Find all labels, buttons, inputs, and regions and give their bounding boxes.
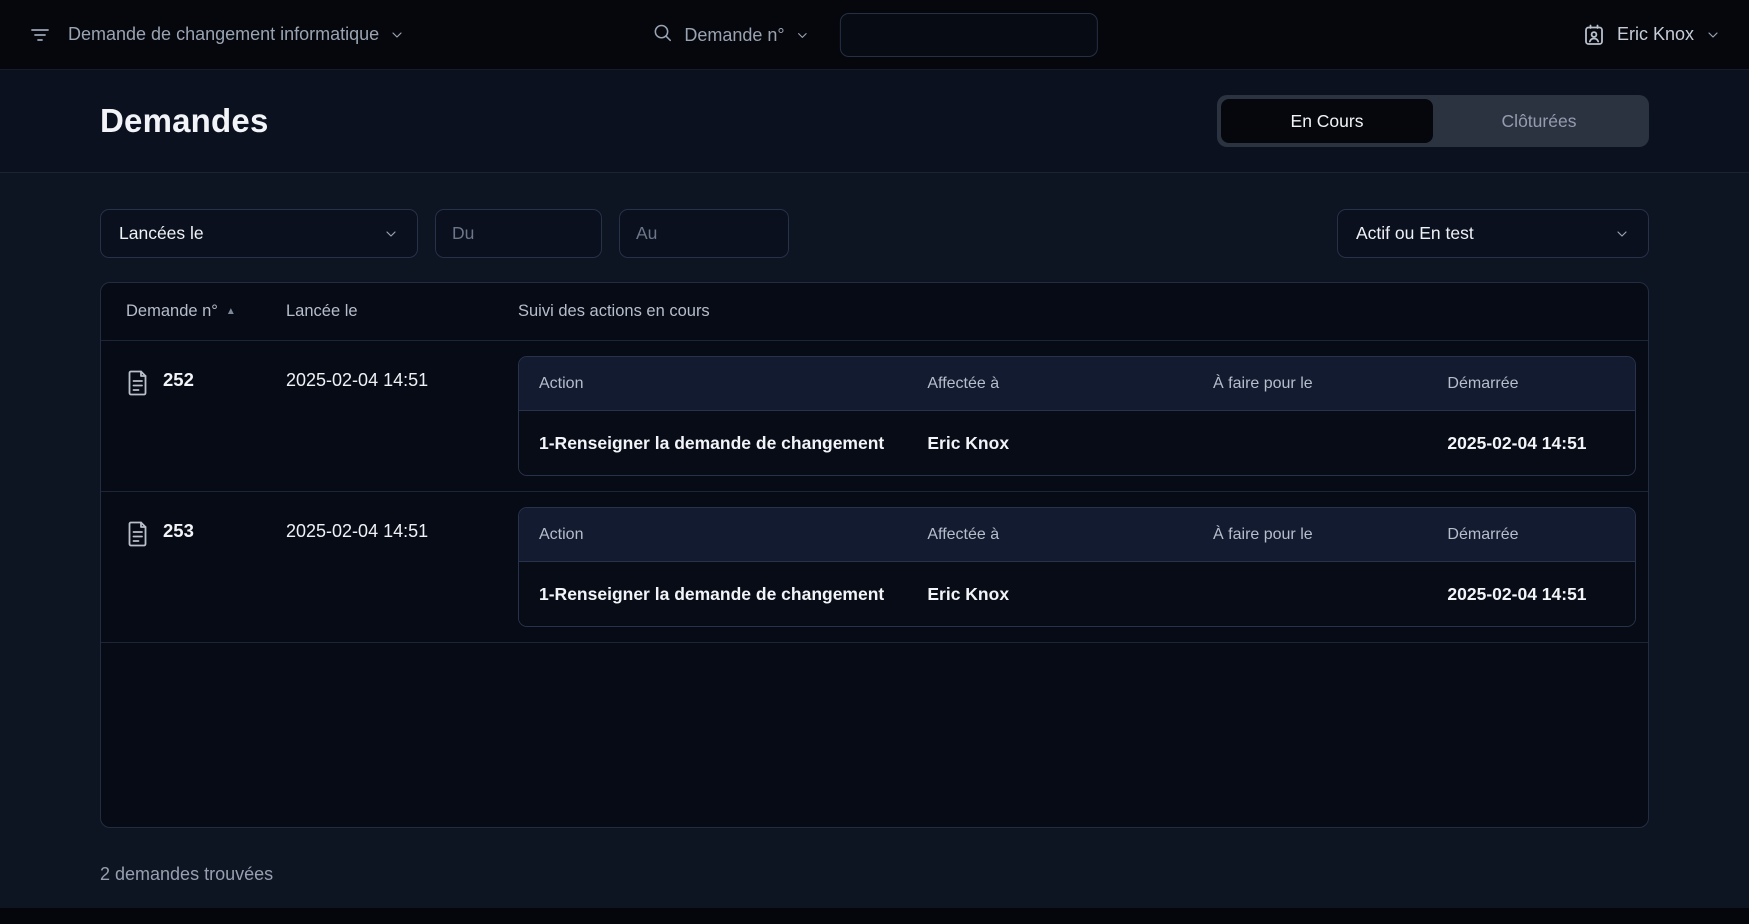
assignee-col-header: Affectée à (927, 525, 1000, 543)
date-field-select[interactable]: Lancées le (100, 209, 418, 258)
actions-subtable: Action Affectée à À faire pour le Démarr… (518, 507, 1636, 627)
date-to-input[interactable] (619, 209, 789, 258)
bottom-strip (0, 908, 1749, 924)
document-icon[interactable] (126, 369, 150, 401)
contact-card-icon (1585, 24, 1603, 45)
action-start-date: 2025-02-04 14:51 (1447, 583, 1587, 604)
request-launch-date: 2025-02-04 14:51 (286, 521, 429, 541)
actions-header-row: Action Affectée à À faire pour le Démarr… (519, 357, 1635, 411)
action-name: 1-Renseigner la demande de changement (539, 432, 885, 453)
actions-subtable: Action Affectée à À faire pour le Démarr… (518, 356, 1636, 476)
started-col-header: Démarrée (1447, 374, 1519, 392)
filter-bar: Lancées le Actif ou En test (0, 209, 1749, 258)
column-header-lancee: Lancée le (286, 302, 358, 320)
status-filter-select[interactable]: Actif ou En test (1337, 209, 1649, 258)
app-window: Demande de changement informatique Deman… (0, 0, 1749, 924)
page-title: Demandes (100, 102, 269, 139)
date-from-input[interactable] (435, 209, 602, 258)
tab-cloturees[interactable]: Clôturées (1433, 99, 1645, 143)
page-header: Demandes En Cours Clôturées (0, 70, 1749, 173)
table-header-row: Demande n° ▲ Lancée le Suivi des actions… (101, 283, 1648, 341)
action-row[interactable]: 1-Renseigner la demande de changement Er… (519, 411, 1635, 475)
date-field-select-value: Lancées le (119, 223, 204, 243)
action-assignee: Eric Knox (927, 432, 1010, 453)
column-header-suivi: Suivi des actions en cours (518, 302, 710, 320)
topbar: Demande de changement informatique Deman… (0, 0, 1749, 70)
action-col-header: Action (539, 374, 584, 392)
process-selector-label: Demande de changement informatique (68, 24, 380, 44)
search-input[interactable] (839, 13, 1098, 57)
search-field-selector[interactable]: Demande n° (684, 25, 809, 46)
requests-table: Demande n° ▲ Lancée le Suivi des actions… (100, 282, 1649, 828)
request-number: 252 (163, 369, 194, 390)
action-col-header: Action (539, 525, 584, 543)
action-name: 1-Renseigner la demande de changement (539, 583, 885, 604)
started-col-header: Démarrée (1447, 525, 1519, 543)
tab-en-cours[interactable]: En Cours (1221, 99, 1433, 143)
table-row: 252 2025-02-04 14:51 Action Affectée à À… (101, 341, 1648, 492)
document-icon[interactable] (126, 520, 150, 552)
chevron-down-icon (1617, 230, 1627, 237)
due-col-header: À faire pour le (1213, 525, 1313, 543)
chevron-down-icon (797, 32, 807, 38)
filter-lines-icon[interactable] (28, 23, 52, 47)
search-field-label: Demande n° (684, 24, 785, 45)
due-col-header: À faire pour le (1213, 374, 1313, 392)
actions-header-row: Action Affectée à À faire pour le Démarr… (519, 508, 1635, 562)
result-count: 2 demandes trouvées (100, 864, 274, 884)
chevron-down-icon (1708, 31, 1718, 38)
table-empty-area (101, 643, 1648, 827)
search-icon (651, 22, 672, 48)
action-row[interactable]: 1-Renseigner la demande de changement Er… (519, 562, 1635, 626)
status-tabgroup: En Cours Clôturées (1217, 95, 1649, 147)
request-number: 253 (163, 520, 194, 541)
request-launch-date: 2025-02-04 14:51 (286, 370, 429, 390)
action-start-date: 2025-02-04 14:51 (1447, 432, 1587, 453)
process-selector[interactable]: Demande de changement informatique (68, 24, 405, 45)
sort-asc-icon: ▲ (225, 305, 236, 317)
chevron-down-icon (386, 230, 396, 237)
user-menu[interactable]: Eric Knox (1582, 23, 1721, 47)
chevron-down-icon (392, 31, 402, 38)
status-filter-value: Actif ou En test (1356, 223, 1474, 243)
action-assignee: Eric Knox (927, 583, 1010, 604)
column-header-demande[interactable]: Demande n° ▲ (126, 302, 286, 321)
table-row: 253 2025-02-04 14:51 Action Affectée à À… (101, 492, 1648, 643)
assignee-col-header: Affectée à (927, 374, 1000, 392)
user-name: Eric Knox (1616, 24, 1694, 44)
